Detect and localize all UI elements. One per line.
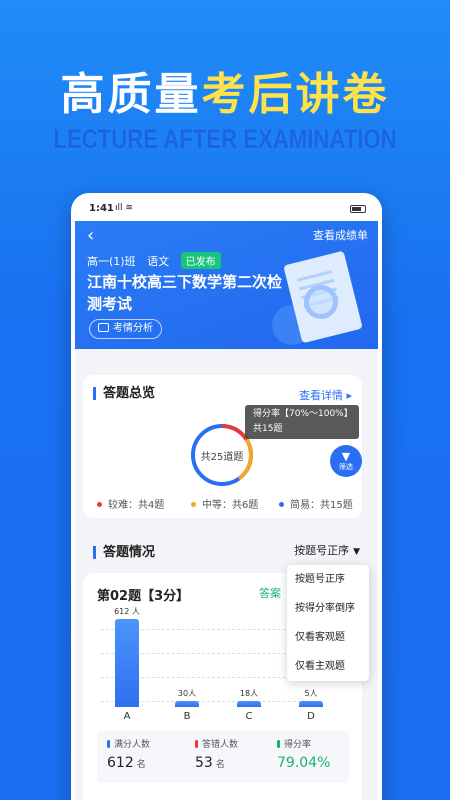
- filter-button[interactable]: ▼ 筛选: [330, 445, 362, 477]
- magnifier-illustration-icon: [304, 285, 338, 319]
- sort-dropdown-label: 按题号正序: [294, 544, 350, 557]
- analysis-button-label: 考情分析: [113, 323, 153, 334]
- class-name: 高一(1)班: [87, 255, 136, 268]
- promo-title: 高质量考后讲卷: [0, 58, 450, 122]
- answer-label: 答案: [259, 587, 281, 600]
- bar-C: [237, 701, 261, 707]
- overview-section-title: 答题总览: [93, 387, 155, 400]
- chevron-left-icon[interactable]: ‹: [87, 225, 94, 246]
- stats-panel: 满分人数 612 名 答错人数 53 名 得分率 79.04%: [97, 731, 349, 783]
- stat-full-score-unit: 名: [136, 760, 146, 770]
- donut-tooltip: 得分率【70%～100%】 共15题: [245, 405, 359, 439]
- question-title: 第02题【3分】: [97, 589, 190, 604]
- bar-D: [299, 701, 323, 707]
- sort-menu: 按题号正序 按得分率倒序 仅看客观题 仅看主观题: [287, 565, 369, 681]
- donut-center-label: 共25道题: [200, 452, 244, 463]
- analysis-button[interactable]: 考情分析: [89, 319, 162, 339]
- stat-dot: [195, 740, 198, 748]
- view-detail-link[interactable]: 查看详情 ▸: [299, 387, 352, 403]
- overview-card: 答题总览 查看详情 ▸ 共25道题 得分率【70%～100%】 共15题 ▼ 筛…: [83, 375, 362, 518]
- sort-menu-item[interactable]: 仅看客观题: [287, 623, 369, 652]
- bar-A: [115, 619, 139, 707]
- stat-full-score-value: 612: [107, 755, 134, 771]
- status-bar: 1:41 ıll ≋: [75, 197, 378, 221]
- legend-hard-label: 较难：共4题: [108, 500, 165, 511]
- sort-dropdown[interactable]: 按题号正序 ▼: [294, 542, 360, 558]
- caret-down-icon: ▼: [353, 547, 360, 557]
- battery-icon: [350, 205, 366, 213]
- stat-wrong-value: 53: [195, 755, 213, 771]
- legend-dot-medium: [191, 502, 196, 507]
- stat-score-rate-label: 得分率: [284, 740, 312, 750]
- stat-wrong: 答错人数 53 名: [195, 737, 238, 771]
- stat-dot: [107, 740, 110, 748]
- bar-value-label: 30人: [177, 689, 197, 698]
- promo-title-main: 高质量: [60, 69, 202, 120]
- bar-value-label: 5人: [304, 689, 318, 698]
- promo-subtitle: LECTURE AFTER EXAMINATION: [53, 124, 397, 154]
- stat-full-score-label: 满分人数: [114, 740, 151, 750]
- legend-medium: 中等：共6题: [191, 496, 258, 511]
- exam-meta: 高一(1)班 语文 已发布: [87, 252, 229, 269]
- sort-menu-item[interactable]: 按得分率倒序: [287, 594, 369, 623]
- view-report-link[interactable]: 查看成绩单: [313, 227, 368, 243]
- filter-label: 筛选: [339, 463, 353, 471]
- bar-category-label: D: [307, 711, 315, 722]
- legend-medium-label: 中等：共6题: [202, 500, 259, 511]
- bar-B: [175, 701, 199, 707]
- phone-frame: 1:41 ıll ≋ ‹ 查看成绩单 高一(1)班 语文 已发布 江南十校高三下…: [71, 193, 382, 800]
- chart-icon: [98, 323, 109, 332]
- stat-wrong-unit: 名: [215, 760, 225, 770]
- stat-score-rate-value: 79.04%: [277, 755, 331, 771]
- bar-category-label: C: [245, 711, 253, 722]
- sort-menu-item[interactable]: 仅看主观题: [287, 652, 369, 681]
- status-time: 1:41: [89, 203, 114, 214]
- stat-score-rate: 得分率 79.04%: [277, 737, 330, 771]
- signal-icon: ıll ≋: [115, 203, 133, 213]
- bar-value-label: 612 人: [114, 607, 140, 616]
- stat-full-score: 满分人数 612 名: [107, 737, 150, 771]
- status-badge: 已发布: [180, 252, 221, 269]
- bar-category-label: B: [183, 711, 191, 722]
- tooltip-line-1: 得分率【70%～100%】: [253, 409, 353, 419]
- stat-dot: [277, 740, 280, 748]
- filter-icon: ▼: [341, 450, 351, 463]
- bar-value-label: 18人: [239, 689, 259, 698]
- exam-header: ‹ 查看成绩单 高一(1)班 语文 已发布 江南十校高三下数学第二次检测考试 考…: [75, 221, 378, 349]
- stat-wrong-label: 答错人数: [202, 740, 239, 750]
- sort-menu-item[interactable]: 按题号正序: [287, 565, 369, 594]
- bar-category-label: A: [123, 711, 131, 722]
- subject-name: 语文: [147, 255, 170, 268]
- legend-easy: 简易：共15题: [279, 496, 353, 511]
- legend-dot-hard: [97, 502, 102, 507]
- legend-hard: 较难：共4题: [97, 496, 164, 511]
- tooltip-line-2: 共15题: [253, 424, 283, 434]
- exam-title: 江南十校高三下数学第二次检测考试: [87, 273, 283, 313]
- legend-dot-easy: [279, 502, 284, 507]
- answers-section-title: 答题情况: [93, 546, 155, 559]
- legend-easy-label: 简易：共15题: [290, 500, 353, 511]
- promo-title-highlight: 考后讲卷: [201, 69, 390, 120]
- promo-background: 高质量考后讲卷 LECTURE AFTER EXAMINATION 1:41 ı…: [0, 0, 450, 800]
